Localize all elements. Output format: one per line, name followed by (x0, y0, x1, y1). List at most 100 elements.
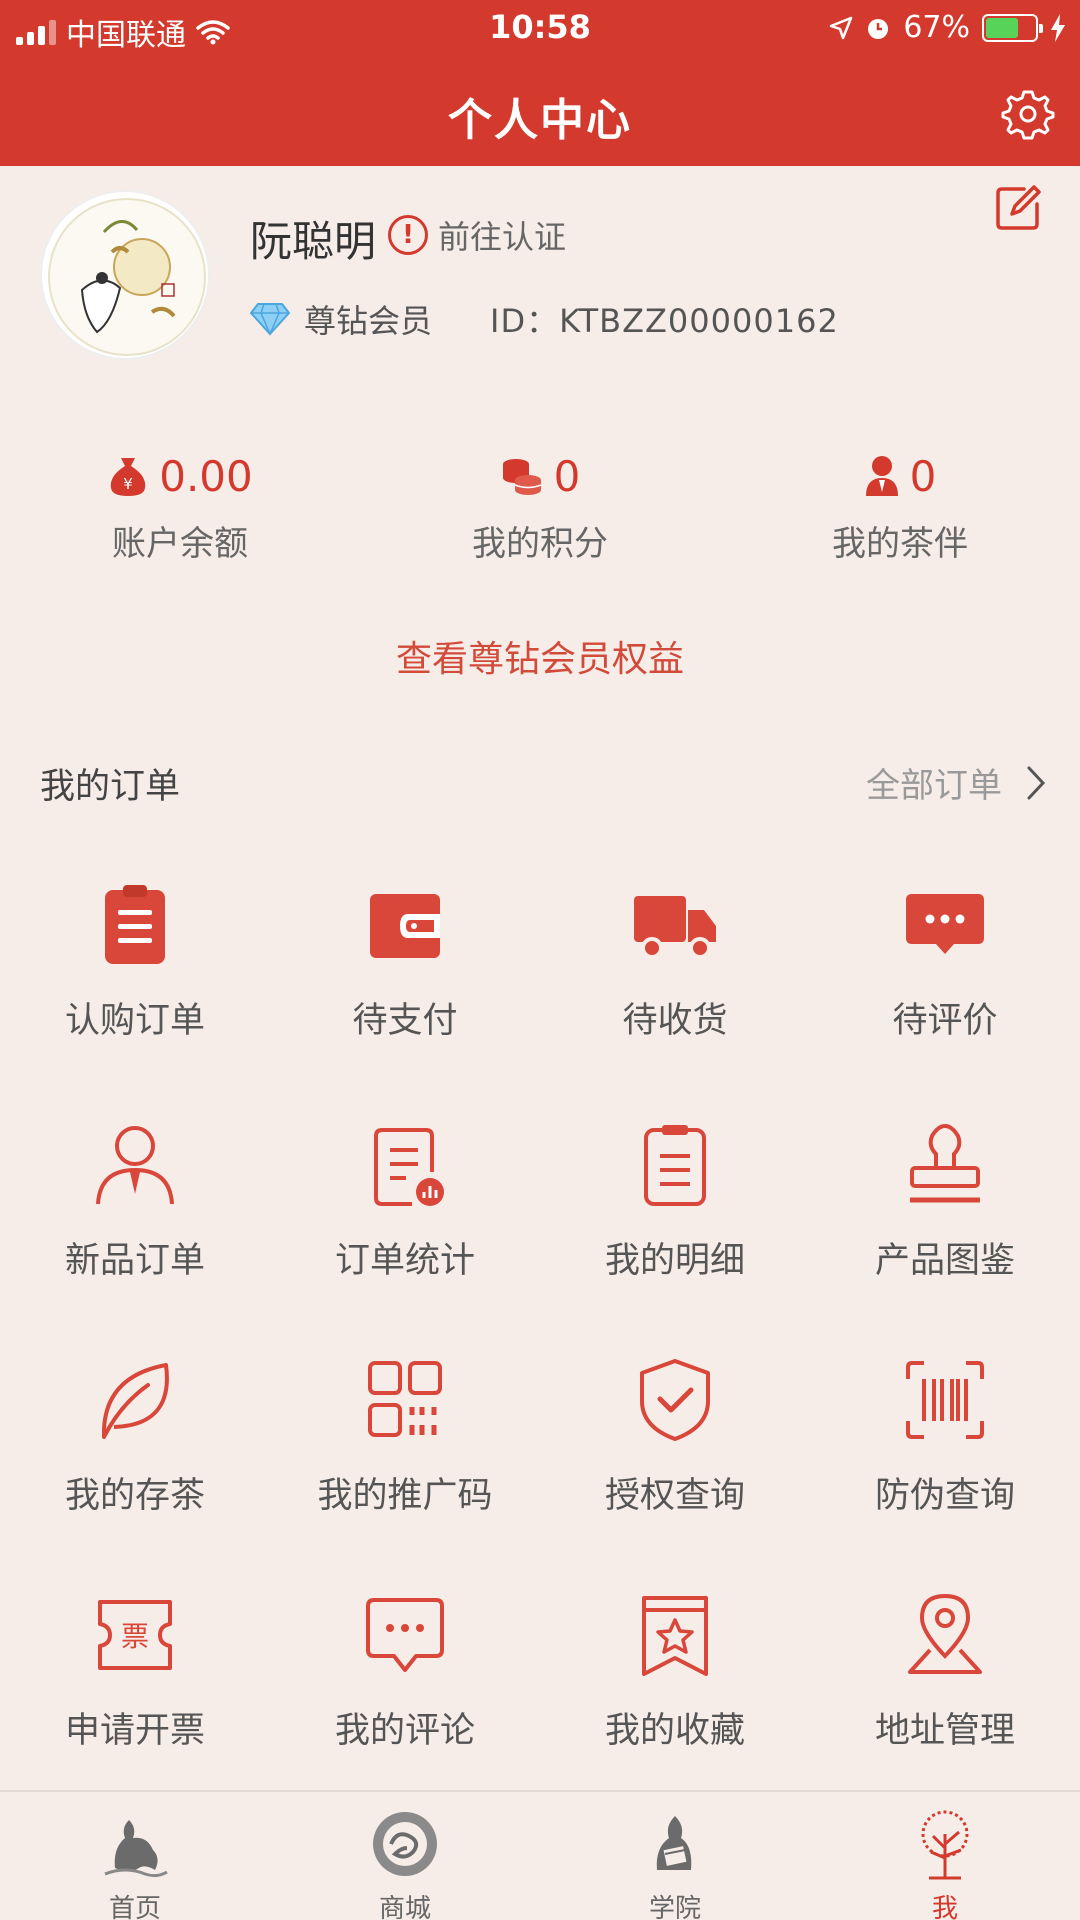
order-pending-payment[interactable]: 待支付 (270, 880, 540, 1043)
user-icon (96, 1126, 174, 1205)
tab-mall[interactable]: 商城 (270, 1808, 540, 1920)
companions-value: 0 (909, 451, 937, 501)
battery-percent: 67% (903, 10, 970, 45)
tab-academy-label: 学院 (648, 1894, 701, 1920)
service-anti-counterfeit-query-label: 防伪查询 (874, 1476, 1015, 1516)
service-promo-code-label: 我的推广码 (317, 1476, 493, 1516)
settings-button[interactable] (1000, 84, 1056, 140)
money-bag-icon: ¥ (111, 458, 146, 496)
balance-value: 0.00 (159, 451, 253, 501)
avatar[interactable] (40, 190, 210, 360)
membership-badge: 尊钻会员 (250, 296, 432, 342)
membership-label: 尊钻会员 (304, 302, 433, 340)
stamp-icon (910, 1123, 980, 1203)
service-my-favorites-label: 我的收藏 (604, 1711, 745, 1751)
ticket-glyph: 票 (121, 1620, 149, 1653)
map-pin-icon (908, 1593, 982, 1674)
ticket-icon: 票 (98, 1600, 172, 1670)
order-pending-review-label: 待评价 (892, 1001, 998, 1041)
battery-level (986, 17, 1019, 38)
warning-icon: ! (388, 215, 428, 255)
member-id: ID：KTBZZ00000162 (490, 302, 839, 340)
tab-bar: 首页 商城 学院 我 (0, 1790, 1080, 1920)
service-address-management-label: 地址管理 (874, 1711, 1015, 1751)
status-right: 67% (829, 10, 1066, 45)
service-address-management[interactable]: 地址管理 (810, 1590, 1080, 1753)
service-new-orders-label: 新品订单 (64, 1241, 205, 1281)
order-pending-review[interactable]: 待评价 (810, 880, 1080, 1043)
service-my-favorites[interactable]: 我的收藏 (540, 1590, 810, 1753)
bookmark-star-icon (642, 1596, 708, 1676)
comment-icon (366, 1598, 444, 1672)
charging-bolt-icon (1051, 13, 1065, 42)
page-title: 个人中心 (448, 95, 632, 146)
view-benefits-link[interactable]: 查看尊钻会员权益 (0, 630, 1080, 682)
service-my-details-label: 我的明细 (604, 1241, 745, 1281)
tab-academy[interactable]: 学院 (540, 1808, 810, 1920)
truck-icon (634, 896, 716, 959)
service-new-orders[interactable]: 新品订单 (0, 1120, 270, 1283)
diamond-icon (250, 303, 290, 336)
order-subscribe-label: 认购订单 (64, 1001, 205, 1041)
clipboard-icon (105, 885, 165, 964)
tab-mall-label: 商城 (378, 1894, 431, 1920)
service-authorization-query-label: 授权查询 (604, 1476, 745, 1516)
stat-points[interactable]: 0 我的积分 (360, 448, 720, 565)
service-product-catalog[interactable]: 产品图鉴 (810, 1120, 1080, 1283)
battery-icon (982, 13, 1043, 42)
edit-profile-button[interactable] (994, 184, 1042, 232)
order-pending-delivery[interactable]: 待收货 (540, 880, 810, 1043)
verify-label: 前往认证 (438, 218, 567, 256)
barcode-scan-icon (906, 1361, 984, 1439)
points-value: 0 (553, 451, 581, 501)
mall-ink-icon (373, 1812, 437, 1876)
user-name: 阮聪明 (250, 217, 377, 266)
service-my-details[interactable]: 我的明细 (540, 1120, 810, 1283)
edit-icon (996, 185, 1041, 230)
tab-me[interactable]: 我 (810, 1808, 1080, 1920)
all-orders-link[interactable]: 全部订单 (866, 758, 1046, 807)
academy-ink-icon (656, 1816, 692, 1870)
leaf-icon (101, 1363, 169, 1439)
service-my-tea-storage-label: 我的存茶 (64, 1476, 205, 1516)
service-authorization-query[interactable]: 授权查询 (540, 1355, 810, 1518)
order-pending-delivery-label: 待收货 (622, 1001, 728, 1041)
gear-icon (1001, 90, 1055, 140)
status-bar: 中国联通 10:58 67% (0, 0, 1080, 56)
chat-bubble-icon (906, 894, 984, 954)
nav-bar: 个人中心 (0, 56, 1080, 166)
stat-balance[interactable]: ¥ 0.00 账户余额 (0, 448, 360, 565)
balance-label: 账户余额 (112, 524, 248, 564)
stat-companions[interactable]: 0 我的茶伴 (720, 448, 1080, 565)
person-icon (865, 456, 898, 496)
service-my-comments[interactable]: 我的评论 (270, 1590, 540, 1753)
svg-text:¥: ¥ (123, 475, 133, 493)
tab-me-label: 我 (931, 1894, 958, 1920)
verify-link[interactable]: ! 前往认证 (388, 212, 566, 258)
report-icon (374, 1128, 444, 1206)
service-apply-invoice[interactable]: 票 申请开票 (0, 1590, 270, 1753)
avatar-logo-icon (48, 198, 206, 356)
home-ink-icon (104, 1820, 168, 1878)
qr-code-icon (368, 1361, 442, 1437)
service-order-stats[interactable]: 订单统计 (270, 1120, 540, 1283)
shield-check-icon (640, 1359, 710, 1441)
service-product-catalog-label: 产品图鉴 (874, 1241, 1015, 1281)
service-anti-counterfeit-query[interactable]: 防伪查询 (810, 1355, 1080, 1518)
list-icon (644, 1125, 706, 1206)
service-promo-code[interactable]: 我的推广码 (270, 1355, 540, 1518)
tab-home-label: 首页 (108, 1894, 161, 1920)
location-arrow-icon (830, 16, 853, 39)
tab-home[interactable]: 首页 (0, 1808, 270, 1920)
service-apply-invoice-label: 申请开票 (64, 1711, 205, 1751)
alarm-icon (868, 18, 889, 39)
companions-label: 我的茶伴 (832, 524, 968, 564)
wallet-icon (370, 894, 440, 958)
service-my-tea-storage[interactable]: 我的存茶 (0, 1355, 270, 1518)
service-order-stats-label: 订单统计 (334, 1241, 475, 1281)
order-subscribe[interactable]: 认购订单 (0, 880, 270, 1043)
chevron-right-icon (1027, 766, 1046, 799)
all-orders-label: 全部订单 (866, 766, 1002, 806)
orders-section-title: 我的订单 (40, 767, 181, 807)
service-my-comments-label: 我的评论 (334, 1711, 475, 1751)
